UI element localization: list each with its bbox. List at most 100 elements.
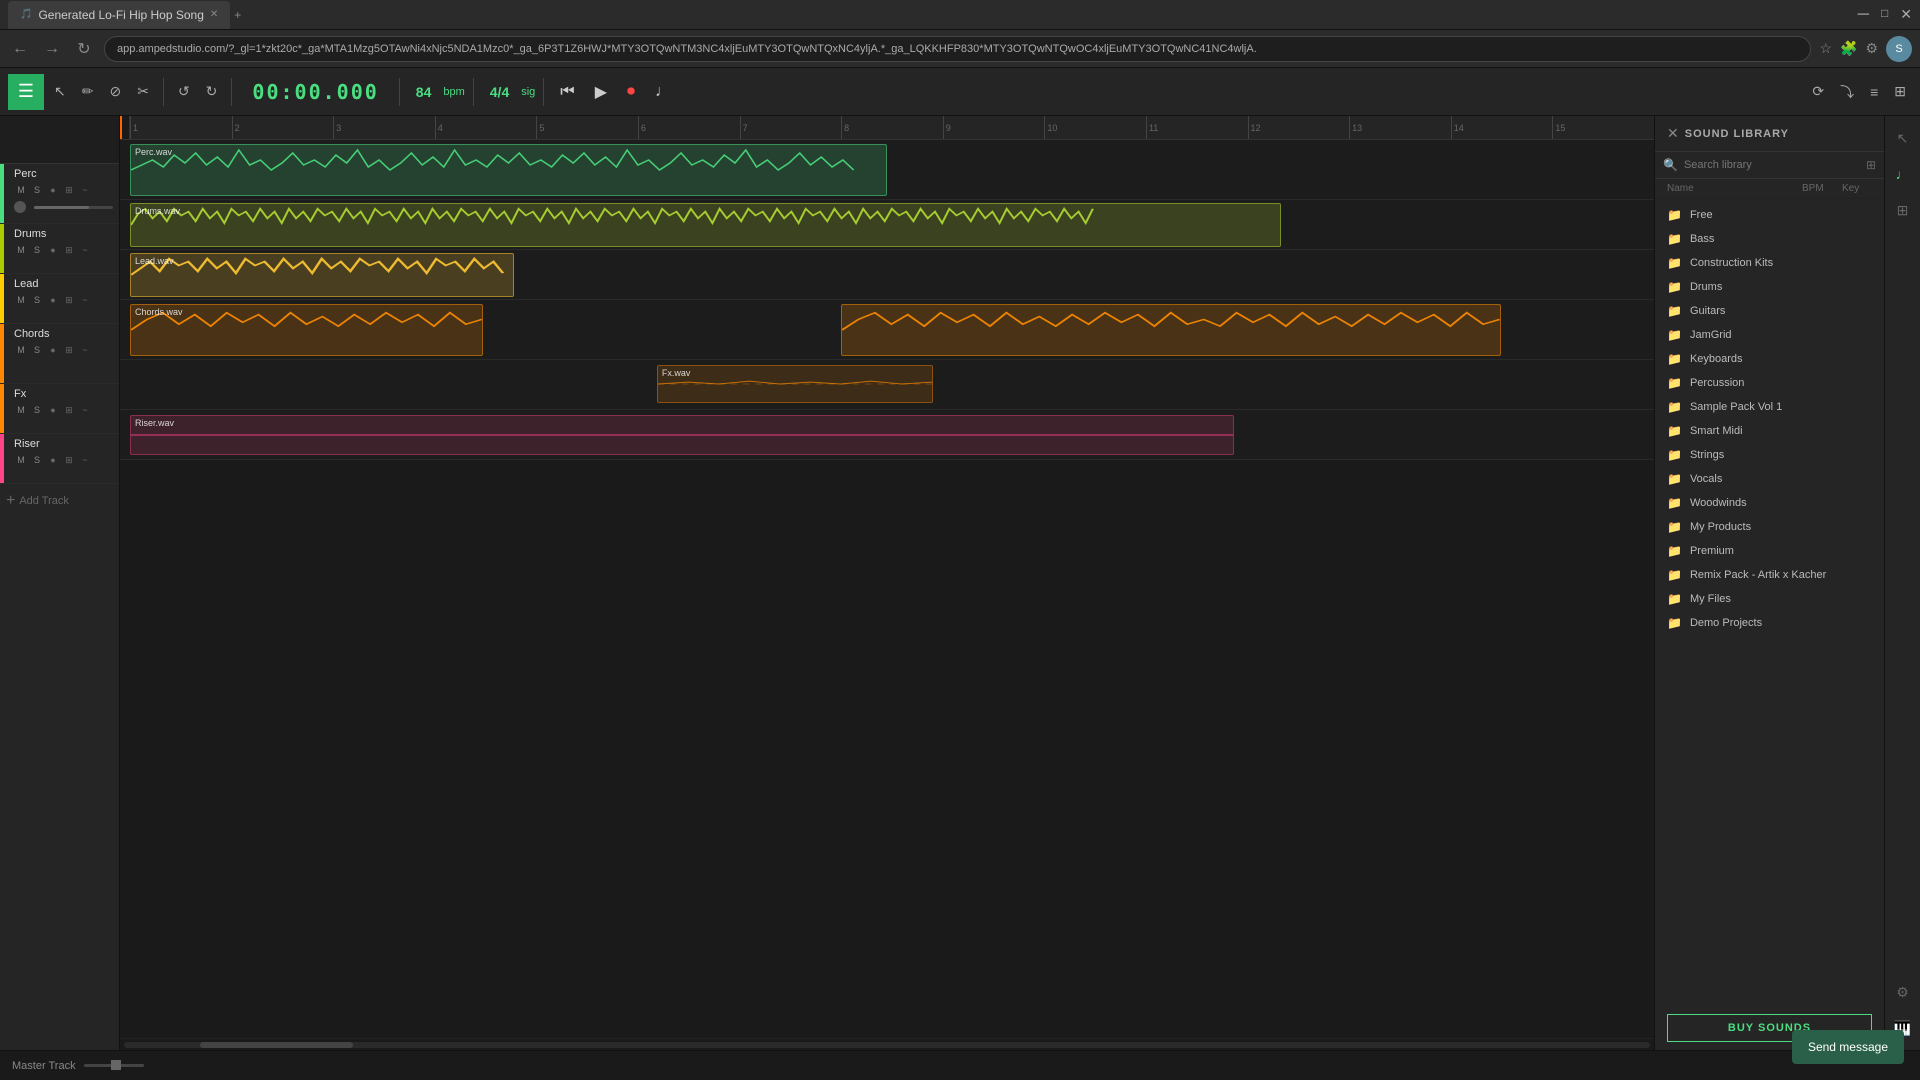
track-automation-chords[interactable]: ~ [78,343,92,357]
right-icon-library[interactable]: ♩ [1889,160,1917,188]
eraser-tool-button[interactable]: ⊘ [103,79,127,104]
track-solo-fx[interactable]: S [30,403,44,417]
pencil-tool-button[interactable]: ✏ [76,79,100,104]
track-fx-fx[interactable]: ⊞ [62,403,76,417]
right-icon-cursor[interactable]: ↖ [1889,124,1917,152]
track-automation-fx[interactable]: ~ [78,403,92,417]
scroll-thumb[interactable] [200,1042,353,1048]
library-search-bar[interactable]: 🔍 ⊞ [1655,152,1884,179]
library-item-guitars[interactable]: 📁 Guitars [1655,299,1884,323]
library-item-woodwinds[interactable]: 📁 Woodwinds [1655,491,1884,515]
library-item-sample-pack[interactable]: 📁 Sample Pack Vol 1 [1655,395,1884,419]
settings-icon[interactable]: ⚙ [1865,40,1878,57]
clip-perc[interactable]: Perc.wav [130,144,887,196]
rewind-button[interactable]: ⏮ [552,79,582,105]
play-button[interactable]: ▶ [587,78,615,106]
search-input[interactable] [1684,159,1860,171]
cut-tool-button[interactable]: ✂ [131,79,155,104]
library-item-construction-kits[interactable]: 📁 Construction Kits [1655,251,1884,275]
refresh-button[interactable]: ↻ [72,39,96,59]
profile-avatar[interactable]: S [1886,36,1912,62]
track-automation-riser[interactable]: ~ [78,453,92,467]
horizontal-scrollbar[interactable] [120,1038,1654,1050]
track-solo-drums[interactable]: S [30,243,44,257]
library-item-premium[interactable]: 📁 Premium [1655,539,1884,563]
track-volume-knob-perc[interactable] [14,201,26,213]
track-fx-chords[interactable]: ⊞ [62,343,76,357]
select-tool-button[interactable]: ↖ [48,79,72,104]
address-bar[interactable]: app.ampedstudio.com/?_gl=1*zkt20c*_ga*MT… [104,36,1811,62]
track-solo-riser[interactable]: S [30,453,44,467]
track-mute-fx[interactable]: M [14,403,28,417]
track-fx-lead[interactable]: ⊞ [62,293,76,307]
undo-button[interactable]: ↺ [172,79,196,104]
clip-fx[interactable]: Fx.wav [657,365,933,403]
track-fx-riser[interactable]: ⊞ [62,453,76,467]
library-item-keyboards[interactable]: 📁 Keyboards [1655,347,1884,371]
track-automation-lead[interactable]: ~ [78,293,92,307]
library-item-my-files[interactable]: 📁 My Files [1655,587,1884,611]
library-item-my-products[interactable]: 📁 My Products [1655,515,1884,539]
track-arm-riser[interactable]: ● [46,453,60,467]
right-icon-mixer[interactable]: ⊞ [1889,196,1917,224]
mix-button[interactable]: ≡ [1864,80,1884,104]
add-track-button[interactable]: + Add Track [0,484,119,518]
library-item-jamgrid[interactable]: 📁 JamGrid [1655,323,1884,347]
track-mute-lead[interactable]: M [14,293,28,307]
punch-in-button[interactable]: ⤵ [1834,78,1860,106]
track-arm-chords[interactable]: ● [46,343,60,357]
clip-drums[interactable]: Drums.wav [130,203,1281,247]
track-volume-fader-perc[interactable] [34,206,113,209]
redo-button[interactable]: ↻ [200,79,224,104]
active-tab[interactable]: 🎵 Generated Lo-Fi Hip Hop Song ✕ [8,1,230,29]
back-button[interactable]: ← [8,40,32,58]
track-solo-chords[interactable]: S [30,343,44,357]
track-fx-perc[interactable]: ⊞ [62,183,76,197]
track-solo-perc[interactable]: S [30,183,44,197]
send-message-button[interactable]: Send message [1792,1030,1904,1064]
library-item-demo-projects[interactable]: 📁 Demo Projects [1655,611,1884,635]
library-item-remix-pack[interactable]: 📁 Remix Pack - Artik x Kacher [1655,563,1884,587]
library-item-free[interactable]: 📁 Free [1655,203,1884,227]
track-solo-lead[interactable]: S [30,293,44,307]
track-arm-drums[interactable]: ● [46,243,60,257]
track-mute-perc[interactable]: M [14,183,28,197]
clip-riser[interactable]: Riser.wav [130,415,1234,455]
filter-icon[interactable]: ⊞ [1866,158,1876,172]
new-tab-button[interactable]: + [234,8,241,22]
track-automation-drums[interactable]: ~ [78,243,92,257]
bpm-control[interactable]: 84 bpm [408,84,465,100]
track-automation-perc[interactable]: ~ [78,183,92,197]
track-arm-perc[interactable]: ● [46,183,60,197]
library-item-bass[interactable]: 📁 Bass [1655,227,1884,251]
track-mute-chords[interactable]: M [14,343,28,357]
tab-close-icon[interactable]: ✕ [210,9,218,20]
track-mute-drums[interactable]: M [14,243,28,257]
forward-button[interactable]: → [40,40,64,58]
quantize-button[interactable]: ⊞ [1888,79,1912,104]
clip-chords-2[interactable] [841,304,1501,356]
library-close-icon[interactable]: ✕ [1667,125,1679,142]
menu-button[interactable]: ☰ [8,74,44,110]
clip-lead[interactable]: Lead.wav [130,253,514,297]
minimize-button[interactable]: ─ [1858,6,1869,24]
close-button[interactable]: ✕ [1900,6,1912,24]
record-button[interactable]: ⏺ [619,79,643,105]
library-item-drums[interactable]: 📁 Drums [1655,275,1884,299]
bookmark-icon[interactable]: ☆ [1819,40,1832,57]
track-mute-riser[interactable]: M [14,453,28,467]
track-arm-fx[interactable]: ● [46,403,60,417]
library-item-strings[interactable]: 📁 Strings [1655,443,1884,467]
library-item-smart-midi[interactable]: 📁 Smart Midi [1655,419,1884,443]
metronome-button[interactable]: ♩ [647,79,679,105]
library-item-percussion[interactable]: 📁 Percussion [1655,371,1884,395]
clip-chords-1[interactable]: Chords.wav [130,304,483,356]
right-icon-settings[interactable]: ⚙ [1889,978,1917,1006]
library-item-vocals[interactable]: 📁 Vocals [1655,467,1884,491]
maximize-button[interactable]: □ [1881,6,1888,24]
loop-button[interactable]: ⟳ [1806,79,1830,104]
time-sig-control[interactable]: 4/4 sig [482,84,536,100]
extension-icon[interactable]: 🧩 [1840,40,1857,57]
track-arm-lead[interactable]: ● [46,293,60,307]
track-fx-drums[interactable]: ⊞ [62,243,76,257]
